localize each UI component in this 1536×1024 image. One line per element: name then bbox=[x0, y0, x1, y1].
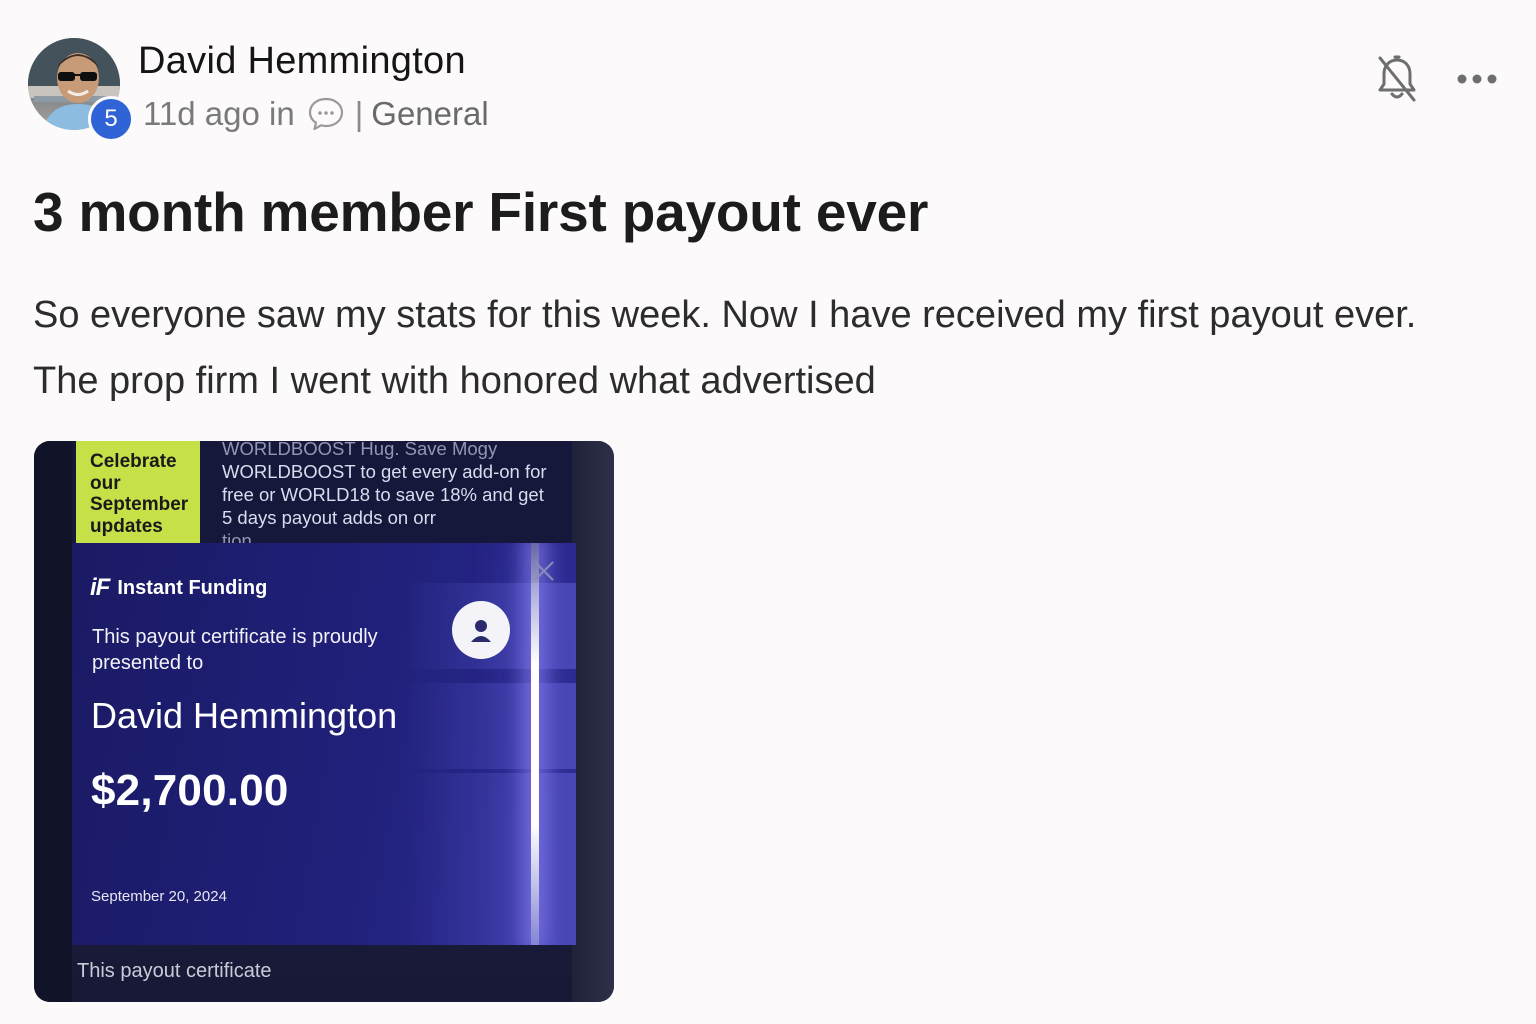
promo-text: WORLDBOOST Hug. Save Mogy WORLDBOOST to … bbox=[222, 441, 552, 552]
instant-funding-logo: iF Instant Funding bbox=[90, 574, 267, 602]
certificate-light-band bbox=[406, 683, 576, 769]
post-title: 3 month member First payout ever bbox=[33, 181, 929, 243]
post-body-line: So everyone saw my stats for this week. … bbox=[33, 294, 1417, 336]
community-post: 5 David Hemmington 11d ago in | General bbox=[0, 0, 1536, 1024]
brand-name: Instant Funding bbox=[117, 576, 268, 599]
post-meta: 11d ago in | General bbox=[143, 94, 489, 134]
post-time: 11d ago in bbox=[143, 95, 295, 132]
close-icon bbox=[534, 561, 554, 581]
image-edge bbox=[572, 441, 614, 1002]
bell-off-icon bbox=[1378, 55, 1416, 102]
certificate-light-beam bbox=[531, 543, 539, 945]
payout-certificate bbox=[72, 543, 576, 945]
user-icon bbox=[471, 620, 491, 642]
certificate-light-band bbox=[406, 859, 576, 945]
brand-logo-mark: iF bbox=[90, 574, 110, 601]
level-badge: 5 bbox=[88, 96, 134, 142]
promo-badge: Celebrate our September updates bbox=[76, 441, 200, 545]
post-body: So everyone saw my stats for this week. … bbox=[33, 282, 1523, 414]
promo-text-top: WORLDBOOST Hug. Save Mogy bbox=[222, 441, 498, 459]
more-horizontal-icon bbox=[1457, 74, 1497, 84]
meta-separator: | bbox=[354, 95, 364, 132]
certificate-recipient: David Hemmington bbox=[91, 695, 398, 736]
certificate-profile-icon bbox=[452, 601, 510, 659]
author-name[interactable]: David Hemmington bbox=[138, 40, 466, 83]
certificate-light-band bbox=[406, 773, 576, 859]
author-avatar-container[interactable]: 5 bbox=[28, 38, 134, 142]
image-edge bbox=[34, 441, 72, 1002]
payout-amount: $2,700.00 bbox=[91, 766, 289, 815]
more-options-button[interactable] bbox=[1454, 64, 1500, 94]
chat-bubble-icon bbox=[307, 95, 345, 133]
notifications-toggle-button[interactable] bbox=[1374, 54, 1420, 104]
post-body-line: The prop firm I went with honored what a… bbox=[33, 360, 876, 402]
image-caption: This payout certificate bbox=[77, 960, 272, 982]
promo-text-body: WORLDBOOST to get every add-on for free … bbox=[222, 461, 547, 528]
certificate-presented-text: This payout certificate is proudly prese… bbox=[92, 626, 378, 674]
category-link[interactable]: General bbox=[371, 95, 488, 133]
post-image-attachment[interactable]: Celebrate our September updates WORLDBOO… bbox=[34, 441, 614, 1002]
certificate-date: September 20, 2024 bbox=[91, 888, 227, 905]
